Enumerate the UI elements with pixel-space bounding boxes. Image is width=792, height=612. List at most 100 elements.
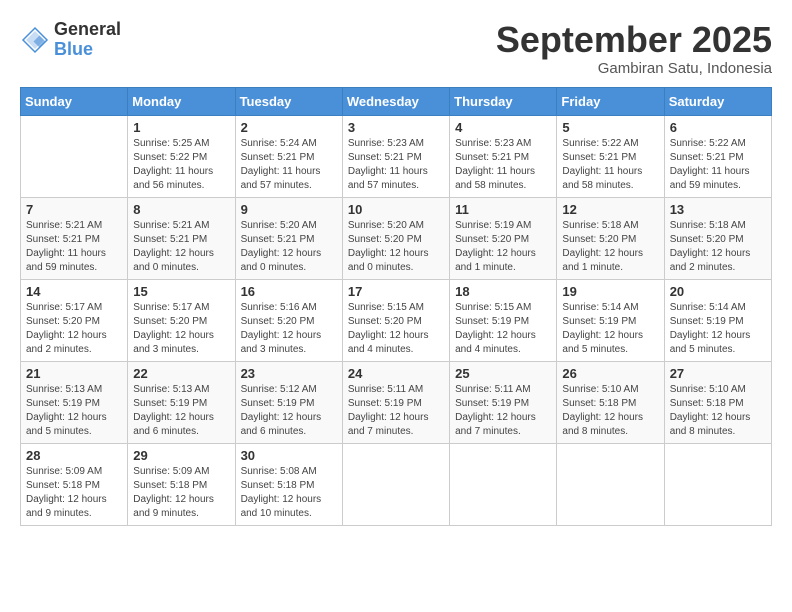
day-info: Sunrise: 5:22 AM Sunset: 5:21 PM Dayligh… [562, 137, 658, 193]
calendar-cell: 16 Sunrise: 5:16 AM Sunset: 5:20 PM Dayli… [235, 279, 342, 361]
calendar-cell [21, 115, 128, 197]
day-number: 18 [455, 284, 551, 299]
day-number: 2 [241, 120, 337, 135]
day-number: 29 [133, 448, 229, 463]
calendar-week-row: 21 Sunrise: 5:13 AM Sunset: 5:19 PM Dayli… [21, 361, 772, 443]
calendar-cell: 29 Sunrise: 5:09 AM Sunset: 5:18 PM Dayli… [128, 443, 235, 525]
calendar-cell: 24Sunrise: 5:11 AM Sunset: 5:19 PM Dayli… [342, 361, 449, 443]
day-info: Sunrise: 5:24 AM Sunset: 5:21 PM Dayligh… [241, 137, 337, 193]
calendar-header-saturday: Saturday [664, 87, 771, 115]
day-info: Sunrise: 5:09 AM Sunset: 5:18 PM Dayligh… [133, 465, 229, 521]
day-number: 15 [133, 284, 229, 299]
day-info: Sunrise: 5:23 AM Sunset: 5:21 PM Dayligh… [455, 137, 551, 193]
day-info: Sunrise: 5:16 AM Sunset: 5:20 PM Dayligh… [241, 301, 337, 357]
day-number: 21 [26, 366, 122, 381]
calendar-cell: 15 Sunrise: 5:17 AM Sunset: 5:20 PM Dayli… [128, 279, 235, 361]
logo-icon [20, 25, 50, 55]
calendar-cell: 30 Sunrise: 5:08 AM Sunset: 5:18 PM Dayli… [235, 443, 342, 525]
page-header: General Blue September 2025 Gambiran Sat… [20, 20, 772, 77]
calendar-header-row: SundayMondayTuesdayWednesdayThursdayFrid… [21, 87, 772, 115]
calendar-header-thursday: Thursday [450, 87, 557, 115]
calendar-table: SundayMondayTuesdayWednesdayThursdayFrid… [20, 87, 772, 526]
calendar-cell: 3 Sunrise: 5:23 AM Sunset: 5:21 PM Daylig… [342, 115, 449, 197]
day-info: Sunrise: 5:17 AM Sunset: 5:20 PM Dayligh… [26, 301, 122, 357]
calendar-cell: 21 Sunrise: 5:13 AM Sunset: 5:19 PM Dayli… [21, 361, 128, 443]
calendar-cell: 13Sunrise: 5:18 AM Sunset: 5:20 PM Dayli… [664, 197, 771, 279]
location: Gambiran Satu, Indonesia [496, 60, 772, 77]
calendar-cell: 14 Sunrise: 5:17 AM Sunset: 5:20 PM Dayli… [21, 279, 128, 361]
calendar-cell: 28Sunrise: 5:09 AM Sunset: 5:18 PM Dayli… [21, 443, 128, 525]
title-block: September 2025 Gambiran Satu, Indonesia [496, 20, 772, 77]
calendar-header-tuesday: Tuesday [235, 87, 342, 115]
day-number: 23 [241, 366, 337, 381]
calendar-cell: 5Sunrise: 5:22 AM Sunset: 5:21 PM Daylig… [557, 115, 664, 197]
day-info: Sunrise: 5:11 AM Sunset: 5:19 PM Dayligh… [348, 383, 444, 439]
day-number: 30 [241, 448, 337, 463]
day-number: 11 [455, 202, 551, 217]
calendar-cell: 17Sunrise: 5:15 AM Sunset: 5:20 PM Dayli… [342, 279, 449, 361]
calendar-week-row: 28 Sunrise: 5:09 AM Sunset: 5:18 PM Dayli… [21, 443, 772, 525]
day-info: Sunrise: 5:10 AM Sunset: 5:18 PM Dayligh… [670, 383, 766, 439]
calendar-cell [557, 443, 664, 525]
day-number: 6 [670, 120, 766, 135]
day-number: 3 [348, 120, 444, 135]
day-number: 19 [562, 284, 658, 299]
day-info: Sunrise: 5:22 AM Sunset: 5:21 PM Dayligh… [670, 137, 766, 193]
calendar-cell: 23 Sunrise: 5:12 AM Sunset: 5:19 PM Dayli… [235, 361, 342, 443]
calendar-cell: 10 Sunrise: 5:20 AM Sunset: 5:20 PM Dayli… [342, 197, 449, 279]
day-info: Sunrise: 5:23 AM Sunset: 5:21 PM Dayligh… [348, 137, 444, 193]
day-info: Sunrise: 5:18 AM Sunset: 5:20 PM Dayligh… [670, 219, 766, 275]
day-info: Sunrise: 5:12 AM Sunset: 5:19 PM Dayligh… [241, 383, 337, 439]
calendar-cell: 2 Sunrise: 5:24 AM Sunset: 5:21 PM Daylig… [235, 115, 342, 197]
day-info: Sunrise: 5:15 AM Sunset: 5:19 PM Dayligh… [455, 301, 551, 357]
calendar-cell [450, 443, 557, 525]
day-number: 27 [670, 366, 766, 381]
calendar-header-friday: Friday [557, 87, 664, 115]
logo-blue: Blue [54, 40, 121, 60]
day-number: 25 [455, 366, 551, 381]
day-info: Sunrise: 5:08 AM Sunset: 5:18 PM Dayligh… [241, 465, 337, 521]
calendar-week-row: 14 Sunrise: 5:17 AM Sunset: 5:20 PM Dayli… [21, 279, 772, 361]
day-info: Sunrise: 5:14 AM Sunset: 5:19 PM Dayligh… [562, 301, 658, 357]
calendar-header-monday: Monday [128, 87, 235, 115]
day-number: 12 [562, 202, 658, 217]
day-number: 7 [26, 202, 122, 217]
calendar-cell: 11 Sunrise: 5:19 AM Sunset: 5:20 PM Dayli… [450, 197, 557, 279]
calendar-cell: 12Sunrise: 5:18 AM Sunset: 5:20 PM Dayli… [557, 197, 664, 279]
calendar-header-wednesday: Wednesday [342, 87, 449, 115]
calendar-cell: 4Sunrise: 5:23 AM Sunset: 5:21 PM Daylig… [450, 115, 557, 197]
day-number: 22 [133, 366, 229, 381]
calendar-cell: 7 Sunrise: 5:21 AM Sunset: 5:21 PM Daylig… [21, 197, 128, 279]
logo-text: General Blue [54, 20, 121, 60]
calendar-cell: 1 Sunrise: 5:25 AM Sunset: 5:22 PM Daylig… [128, 115, 235, 197]
day-info: Sunrise: 5:13 AM Sunset: 5:19 PM Dayligh… [133, 383, 229, 439]
calendar-cell [342, 443, 449, 525]
calendar-cell: 25Sunrise: 5:11 AM Sunset: 5:19 PM Dayli… [450, 361, 557, 443]
calendar-cell: 20Sunrise: 5:14 AM Sunset: 5:19 PM Dayli… [664, 279, 771, 361]
day-info: Sunrise: 5:21 AM Sunset: 5:21 PM Dayligh… [133, 219, 229, 275]
logo-general: General [54, 20, 121, 40]
day-info: Sunrise: 5:21 AM Sunset: 5:21 PM Dayligh… [26, 219, 122, 275]
calendar-header-sunday: Sunday [21, 87, 128, 115]
day-info: Sunrise: 5:13 AM Sunset: 5:19 PM Dayligh… [26, 383, 122, 439]
calendar-cell [664, 443, 771, 525]
day-number: 17 [348, 284, 444, 299]
day-number: 10 [348, 202, 444, 217]
day-number: 8 [133, 202, 229, 217]
calendar-cell: 6 Sunrise: 5:22 AM Sunset: 5:21 PM Daylig… [664, 115, 771, 197]
day-number: 1 [133, 120, 229, 135]
calendar-cell: 9Sunrise: 5:20 AM Sunset: 5:21 PM Daylig… [235, 197, 342, 279]
day-number: 14 [26, 284, 122, 299]
day-info: Sunrise: 5:10 AM Sunset: 5:18 PM Dayligh… [562, 383, 658, 439]
day-info: Sunrise: 5:20 AM Sunset: 5:20 PM Dayligh… [348, 219, 444, 275]
day-info: Sunrise: 5:25 AM Sunset: 5:22 PM Dayligh… [133, 137, 229, 193]
day-number: 28 [26, 448, 122, 463]
day-number: 9 [241, 202, 337, 217]
calendar-cell: 19 Sunrise: 5:14 AM Sunset: 5:19 PM Dayli… [557, 279, 664, 361]
logo: General Blue [20, 20, 121, 60]
calendar-cell: 8 Sunrise: 5:21 AM Sunset: 5:21 PM Daylig… [128, 197, 235, 279]
day-info: Sunrise: 5:19 AM Sunset: 5:20 PM Dayligh… [455, 219, 551, 275]
day-number: 16 [241, 284, 337, 299]
day-info: Sunrise: 5:17 AM Sunset: 5:20 PM Dayligh… [133, 301, 229, 357]
day-number: 26 [562, 366, 658, 381]
